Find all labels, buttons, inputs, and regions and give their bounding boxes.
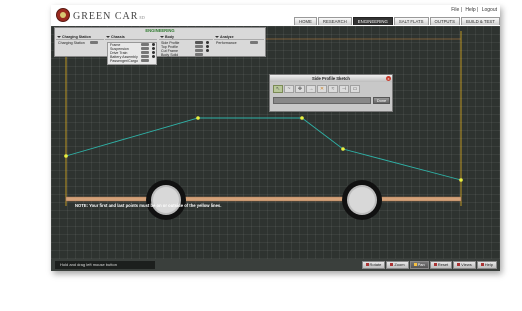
palette-toolbar: ↖ ~ ✥ → ✕ ≈ ⊣ ▭ [273, 85, 360, 93]
item-status-dot [206, 49, 209, 52]
engineering-menu: ENGINEERING Charging Station Charging St… [54, 27, 266, 65]
control-point[interactable] [459, 178, 463, 182]
zoom-button[interactable]: Zoom [386, 261, 409, 269]
menu-col-body: Body Side Profile Top Profile Cut Frame … [159, 34, 213, 57]
main-tabs: HOME RESEARCH ENGINEERING SALT FLATS OUT… [294, 17, 500, 25]
arrow-tool-icon[interactable]: → [306, 85, 316, 93]
menu-col-analyze: Analyze Performance [214, 34, 264, 45]
eraser-tool-icon[interactable]: ▭ [350, 85, 360, 93]
front-wheel [146, 180, 186, 220]
palette-input[interactable] [273, 97, 371, 104]
tab-build-test[interactable]: BUILD & TEST [461, 17, 500, 25]
sketch-canvas[interactable]: ENGINEERING Charging Station Charging St… [51, 26, 500, 271]
zoom-icon [390, 263, 394, 267]
menu-head-chassis[interactable]: Chassis [105, 34, 157, 40]
close-icon[interactable]: x [386, 76, 391, 81]
item-thumb-icon [195, 49, 203, 52]
view-toolbar: Rotate Zoom Pan Reset Views Help [361, 261, 497, 269]
tab-research[interactable]: RESEARCH [317, 17, 352, 25]
menu-head-charging[interactable]: Charging Station [56, 34, 104, 40]
curve-tool-icon[interactable]: ~ [284, 85, 294, 93]
app-window: GREEN CARED File | Help | Logout HOME RE… [51, 5, 500, 271]
menu-item-body-solid[interactable]: Body Solid [159, 53, 213, 57]
tab-home[interactable]: HOME [294, 17, 317, 25]
move-tool-icon[interactable]: ✥ [295, 85, 305, 93]
item-thumb-icon [195, 45, 203, 48]
control-point[interactable] [341, 147, 345, 151]
control-point[interactable] [300, 116, 304, 120]
pan-button[interactable]: Pan [409, 261, 429, 269]
top-links: File | Help | Logout [451, 7, 497, 13]
control-point[interactable] [64, 154, 68, 158]
item-status-dot [152, 47, 155, 50]
help-button[interactable]: Help [476, 261, 497, 269]
item-thumb-icon [141, 43, 149, 46]
tab-engineering[interactable]: ENGINEERING [352, 17, 393, 25]
control-point[interactable] [196, 116, 200, 120]
file-link[interactable]: File [451, 7, 459, 13]
line-tool-icon[interactable]: ⊣ [339, 85, 349, 93]
pan-icon [413, 263, 417, 267]
reset-button[interactable]: Reset [429, 261, 453, 269]
logout-link[interactable]: Logout [482, 7, 497, 13]
brand-name: GREEN CARED [73, 11, 145, 22]
menu-col-charging: Charging Station Charging Station [56, 34, 104, 45]
reset-icon [433, 263, 437, 267]
item-thumb-icon [195, 53, 203, 56]
help-icon [480, 263, 484, 267]
help-link[interactable]: Help [465, 7, 475, 13]
side-profile-line[interactable] [65, 117, 462, 181]
item-status-dot [152, 55, 155, 58]
rotate-button[interactable]: Rotate [361, 261, 386, 269]
delete-tool-icon[interactable]: ✕ [317, 85, 327, 93]
done-button[interactable]: Done [373, 97, 390, 104]
tab-salt-flats[interactable]: SALT FLATS [393, 17, 429, 25]
chassis-submenu: Frame Suspension Drive Train Battery Ass… [107, 42, 157, 65]
pointer-tool-icon[interactable]: ↖ [273, 85, 283, 93]
item-status-dot [206, 45, 209, 48]
views-button[interactable]: Views [453, 261, 476, 269]
item-thumb-icon [141, 47, 149, 50]
item-status-dot [152, 43, 155, 46]
item-thumb-icon [141, 59, 149, 62]
canvas-note: NOTE: Your first and last points must be… [75, 203, 222, 208]
menu-item-passenger-cargo[interactable]: Passenger/Cargo [108, 59, 156, 63]
palette-title: Side Profile Sketch [270, 75, 392, 82]
item-thumb-icon [141, 51, 149, 54]
menu-col-chassis: Chassis [105, 34, 157, 41]
rear-wheel [342, 180, 382, 220]
item-thumb-icon [141, 55, 149, 58]
status-message: Hold and drag left mouse button [55, 261, 155, 269]
status-bar: Hold and drag left mouse button Rotate Z… [51, 259, 500, 271]
logo-icon [56, 8, 70, 22]
item-status-dot [206, 41, 209, 44]
views-icon [457, 263, 461, 267]
item-thumb-icon [250, 41, 258, 44]
item-status-dot [152, 51, 155, 54]
rotate-icon [365, 263, 369, 267]
item-thumb-icon [195, 41, 203, 44]
menu-head-body[interactable]: Body [159, 34, 213, 40]
header: GREEN CARED File | Help | Logout HOME RE… [51, 5, 500, 26]
tab-outputs[interactable]: OUTPUTS [429, 17, 461, 25]
smooth-tool-icon[interactable]: ≈ [328, 85, 338, 93]
item-thumb-icon [90, 41, 98, 44]
menu-item-charging-station[interactable]: Charging Station [56, 41, 104, 45]
side-profile-sketch-palette[interactable]: Side Profile Sketch x ↖ ~ ✥ → ✕ ≈ ⊣ ▭ Do… [269, 74, 393, 112]
menu-item-performance[interactable]: Performance [214, 41, 264, 45]
ground-plank [65, 196, 462, 202]
menu-head-analyze[interactable]: Analyze [214, 34, 264, 40]
